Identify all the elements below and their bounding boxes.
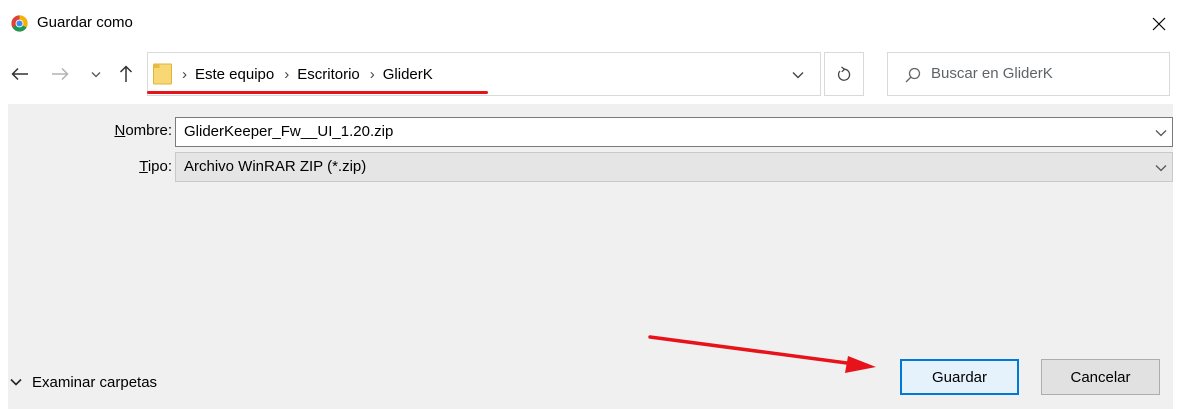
breadcrumb-gliderk[interactable]: GliderK	[383, 66, 433, 83]
tipo-label-text: ipo:	[147, 158, 172, 175]
address-dropdown-button[interactable]	[786, 61, 810, 89]
filetype-value: Archivo WinRAR ZIP (*.zip)	[184, 158, 367, 175]
nombre-label: Nombre:	[114, 122, 172, 139]
refresh-button[interactable]	[824, 52, 864, 96]
breadcrumb-separator: ›	[284, 65, 290, 83]
arrow-up-icon	[119, 65, 133, 82]
breadcrumb-escritorio[interactable]: Escritorio	[297, 66, 360, 83]
chrome-icon	[11, 15, 28, 32]
dialog-content: Nombre: GliderKeeper_Fw__UI_1.20.zip Tip…	[8, 104, 1177, 409]
close-icon	[1152, 17, 1166, 31]
filename-value: GliderKeeper_Fw__UI_1.20.zip	[184, 123, 394, 140]
filename-input[interactable]: GliderKeeper_Fw__UI_1.20.zip	[175, 117, 1173, 147]
address-bar[interactable]: › Este equipo › Escritorio › GliderK	[147, 52, 821, 96]
search-icon	[905, 67, 921, 83]
browse-folders-label: Examinar carpetas	[32, 373, 158, 391]
breadcrumb: › Este equipo › Escritorio › GliderK	[178, 53, 433, 95]
close-button[interactable]	[1141, 8, 1177, 40]
filetype-select[interactable]: Archivo WinRAR ZIP (*.zip)	[175, 152, 1173, 182]
chevron-down-icon	[91, 71, 101, 77]
search-placeholder: Buscar en GliderK	[931, 65, 1053, 82]
forward-button[interactable]	[48, 60, 72, 88]
nombre-label-text: ombre:	[125, 122, 172, 139]
recent-locations-button[interactable]	[87, 60, 105, 88]
chevron-down-icon	[10, 378, 22, 386]
folder-icon	[153, 63, 172, 85]
tipo-label: Tipo:	[139, 158, 172, 175]
back-button[interactable]	[8, 60, 32, 88]
annotation-arrow	[648, 335, 876, 373]
chevron-down-icon	[1155, 165, 1167, 172]
title-bar: Guardar como	[0, 0, 1177, 48]
breadcrumb-separator: ›	[182, 65, 187, 83]
search-box[interactable]: Buscar en GliderK	[887, 52, 1170, 96]
content-edge	[1173, 104, 1177, 409]
window-title: Guardar como	[37, 14, 133, 31]
chevron-down-icon[interactable]	[1154, 126, 1168, 140]
cancel-button[interactable]: Cancelar	[1041, 359, 1160, 395]
nombre-label-accesskey: N	[114, 122, 126, 139]
arrow-right-icon	[52, 67, 69, 81]
up-button[interactable]	[114, 60, 138, 88]
chevron-down-icon	[792, 72, 804, 79]
browse-folders-toggle[interactable]: Examinar carpetas	[10, 370, 157, 394]
breadcrumb-separator: ›	[369, 65, 375, 83]
annotation-underline	[147, 91, 488, 94]
tipo-label-accesskey: T	[139, 158, 148, 175]
arrow-left-icon	[11, 67, 28, 81]
navigation-bar: › Este equipo › Escritorio › GliderK Bus…	[0, 48, 1177, 104]
save-button[interactable]: Guardar	[900, 359, 1019, 395]
breadcrumb-este-equipo[interactable]: Este equipo	[195, 66, 274, 83]
refresh-icon	[837, 66, 851, 81]
